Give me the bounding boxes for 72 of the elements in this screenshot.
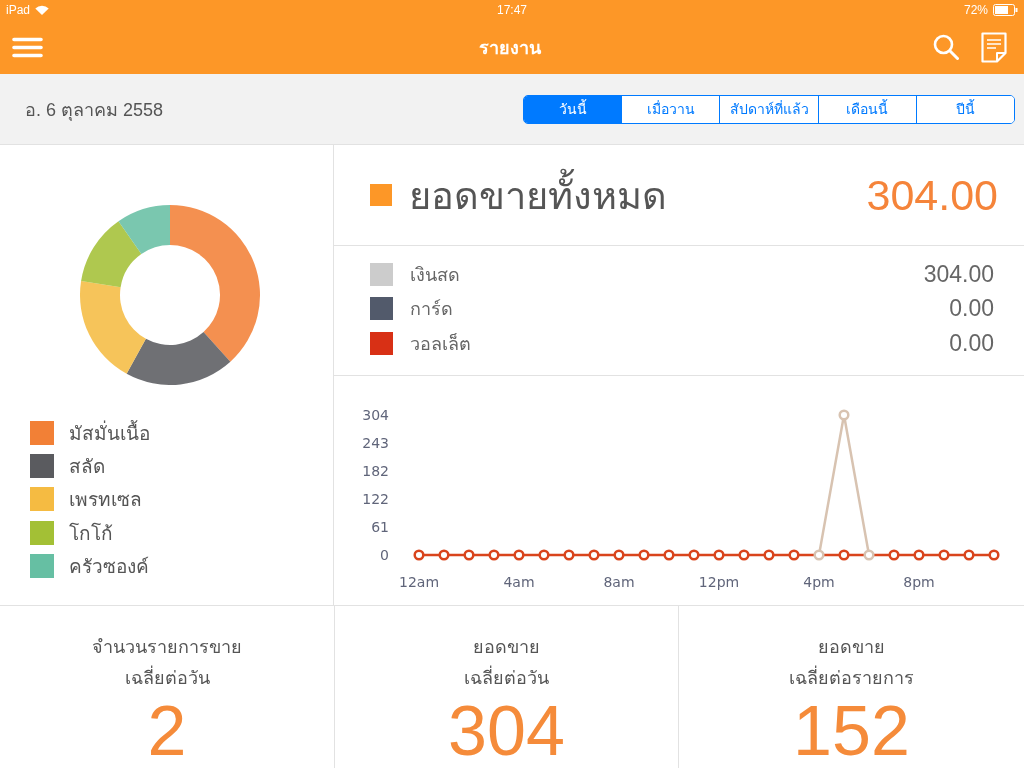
payment-amount: 0.00 <box>949 329 994 357</box>
date-label: อ. 6 ตุลาคม 2558 <box>25 98 164 123</box>
total-sales-value: 304.00 <box>866 170 998 220</box>
payment-label: เงินสด <box>410 263 461 287</box>
legend-label: โกโก้ <box>69 521 113 546</box>
y-axis-label: 0 <box>380 547 389 563</box>
y-axis-label: 243 <box>362 435 389 452</box>
y-axis-label: 61 <box>371 518 389 535</box>
battery-icon <box>993 4 1018 16</box>
data-point <box>963 549 975 561</box>
document-icon[interactable] <box>981 31 1007 63</box>
payment-label: การ์ด <box>410 298 454 322</box>
menu-icon[interactable] <box>12 36 43 58</box>
payment-amount: 304.00 <box>923 260 994 288</box>
search-icon[interactable] <box>933 34 959 60</box>
period-tab[interactable]: สัปดาห์ที่แล้ว <box>719 95 818 123</box>
total-sales-label: ยอดขายทั้งหมด <box>409 164 850 226</box>
data-point <box>438 549 450 561</box>
legend-label: เพรทเซล <box>69 488 142 513</box>
data-point <box>663 549 675 561</box>
data-point <box>738 549 750 561</box>
status-time: 17:47 <box>497 4 527 16</box>
legend-label: สลัด <box>69 455 105 480</box>
legend-label: ครัวซองค์ <box>69 555 149 580</box>
data-point <box>688 549 700 561</box>
stat-value: 2 <box>147 696 187 766</box>
payment-amount: 0.00 <box>949 295 994 323</box>
wifi-icon <box>35 5 50 15</box>
x-axis-label: 8am <box>603 574 635 590</box>
data-point <box>763 549 775 561</box>
data-point <box>513 549 525 561</box>
y-axis-label: 304 <box>362 407 389 423</box>
y-axis-label: 122 <box>362 490 389 507</box>
data-point <box>563 549 575 561</box>
y-axis-label: 182 <box>362 463 389 480</box>
data-point <box>913 549 925 561</box>
page-title: รายงาน <box>478 36 541 60</box>
period-tab[interactable]: วันนี้ <box>524 95 622 123</box>
data-point <box>788 549 800 561</box>
stat-value: 152 <box>793 696 910 766</box>
x-axis-label: 4am <box>503 574 535 590</box>
square-icon <box>370 184 392 206</box>
data-point <box>638 549 650 561</box>
device-name: iPad <box>6 4 31 16</box>
data-point <box>838 409 850 421</box>
data-point <box>488 549 500 561</box>
period-tab[interactable]: เดือนนี้ <box>817 95 916 123</box>
x-axis-label: 12pm <box>698 574 740 590</box>
data-point <box>713 549 725 561</box>
x-axis-label: 8pm <box>903 574 935 590</box>
period-tab[interactable]: เมื่อวาน <box>621 95 720 123</box>
data-point <box>613 549 625 561</box>
data-point <box>838 549 850 561</box>
stat-label: ยอดขาย เฉลี่ยต่อวัน <box>464 636 549 690</box>
data-point <box>588 549 600 561</box>
payment-label: วอลเล็ต <box>410 332 472 356</box>
data-point <box>888 549 900 561</box>
legend-label: มัสมั่นเนื้อ <box>69 419 150 446</box>
data-point <box>413 549 425 561</box>
data-point <box>988 549 1000 561</box>
x-axis-label: 12am <box>399 574 439 590</box>
x-axis-label: 4pm <box>803 574 835 590</box>
data-point <box>863 549 875 561</box>
data-point <box>813 549 825 561</box>
period-tab[interactable]: ปีนี้ <box>915 95 1014 123</box>
battery-percent: 72% <box>963 4 988 16</box>
data-point <box>938 549 950 561</box>
stat-label: ยอดขาย เฉลี่ยต่อรายการ <box>789 636 914 690</box>
stat-value: 304 <box>448 696 565 766</box>
data-point <box>463 549 475 561</box>
stat-label: จำนวนรายการขาย เฉลี่ยต่อวัน <box>92 636 242 690</box>
data-point <box>538 549 550 561</box>
